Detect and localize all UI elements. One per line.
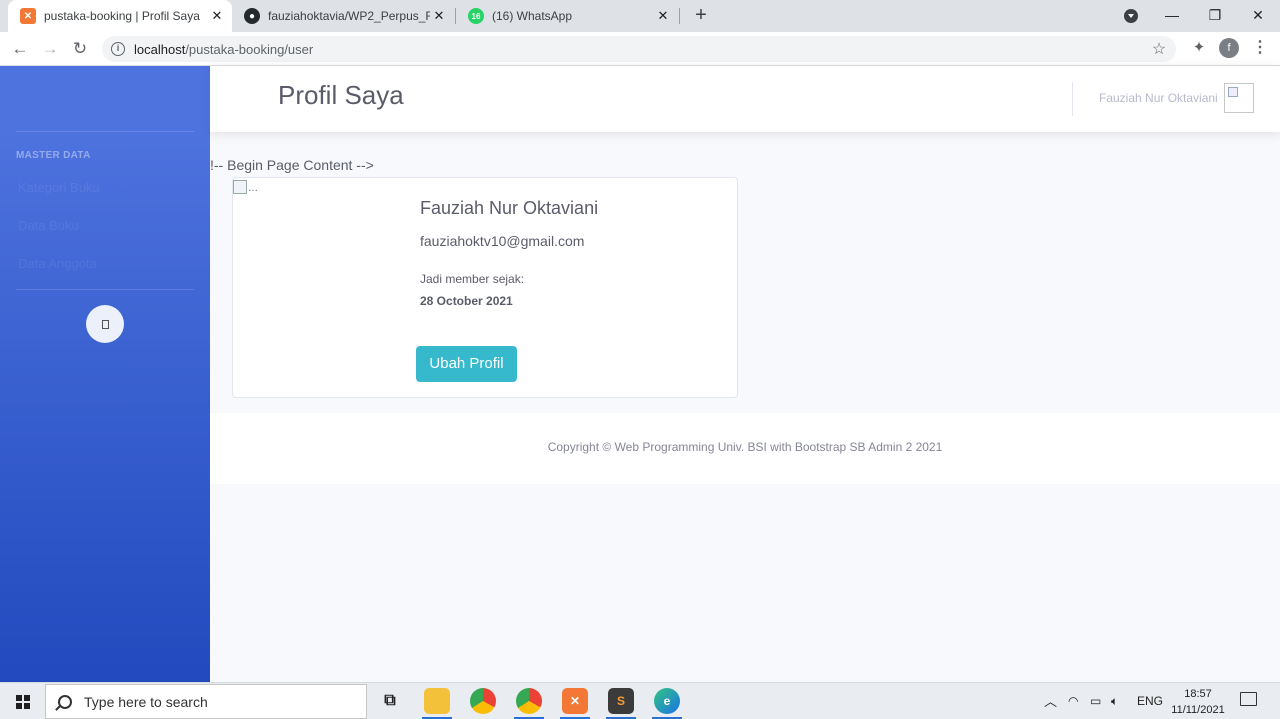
tray-chevron-up-icon[interactable]: ︿ xyxy=(1044,683,1057,719)
whatsapp-favicon-icon: 16 xyxy=(468,8,484,24)
sidebar-heading: MASTER DATA xyxy=(16,150,91,161)
extensions-puzzle-icon[interactable]: ✦ xyxy=(1189,38,1209,56)
broken-image-icon xyxy=(233,180,247,194)
xampp-favicon-icon: ✕ xyxy=(20,8,36,24)
taskbar-clock[interactable]: 18:57 11/11/2021 xyxy=(1166,686,1230,718)
chrome-icon[interactable] xyxy=(470,688,496,714)
topbar-divider xyxy=(1072,82,1073,116)
clock-date: 11/11/2021 xyxy=(1171,704,1225,716)
wifi-icon[interactable]: ◠ xyxy=(1068,683,1078,719)
browser-tabstrip: ✕ pustaka-booking | Profil Saya ✕ ● fauz… xyxy=(0,0,1280,32)
sidebar-divider xyxy=(16,289,194,290)
topbar-user-name[interactable]: Fauziah Nur Oktaviani xyxy=(1099,91,1218,105)
tab-separator xyxy=(679,8,680,24)
url-host: localhost xyxy=(134,41,186,57)
tab-title: fauziahoktavia/WP2_Perpus_Fauz xyxy=(268,9,430,23)
sidebar: MASTER DATA Kategori Buku Data Buku Data… xyxy=(0,66,210,682)
leaked-html-comment: !-- Begin Page Content --> xyxy=(210,157,374,173)
tab-title: pustaka-booking | Profil Saya xyxy=(44,9,200,23)
volume-icon[interactable]: 🔈︎ xyxy=(1111,683,1118,719)
search-icon xyxy=(58,694,72,709)
sidebar-item-kategori-buku[interactable]: Kategori Buku xyxy=(18,180,100,195)
windows-logo-icon xyxy=(15,694,30,709)
profile-name: Fauziah Nur Oktaviani xyxy=(420,198,599,218)
taskbar-search-placeholder: Type here to search xyxy=(84,693,208,710)
minimize-button[interactable]: — xyxy=(1150,0,1194,32)
address-bar[interactable]: i localhost/pustaka-booking/user ☆ xyxy=(102,36,1176,62)
clock-time: 18:57 xyxy=(1184,688,1212,700)
task-view-icon[interactable]: ⧉ xyxy=(377,688,403,714)
profile-image-alt: ... xyxy=(248,180,259,194)
windows-taskbar: Type here to search ⧉ ✕ S e ︿ ◠ ▭ 🔈︎ ENG… xyxy=(0,682,1280,719)
topbar: Profil Saya Fauziah Nur Oktaviani xyxy=(210,66,1280,132)
footer: Copyright © Web Programming Univ. BSI wi… xyxy=(210,413,1280,484)
profile-image: ... xyxy=(233,180,258,194)
browser-toolbar: ← → ↻ i localhost/pustaka-booking/user ☆… xyxy=(0,32,1280,66)
chrome-profile-icon[interactable] xyxy=(516,688,542,714)
file-explorer-icon[interactable] xyxy=(424,688,450,714)
xampp-icon[interactable]: ✕ xyxy=(562,688,588,714)
input-language[interactable]: ENG xyxy=(1137,683,1163,719)
profile-email: fauziahoktv10@gmail.com xyxy=(420,233,585,249)
close-tab-icon[interactable]: ✕ xyxy=(430,8,448,24)
tab-whatsapp[interactable]: 16 (16) WhatsApp ✕ xyxy=(456,0,678,32)
footer-copyright: Copyright © Web Programming Univ. BSI wi… xyxy=(547,440,943,454)
tab-title: (16) WhatsApp xyxy=(492,9,573,23)
close-window-button[interactable]: ✕ xyxy=(1236,0,1280,32)
tab-search-dropdown-icon[interactable] xyxy=(1124,9,1138,23)
browser-menu-icon[interactable]: ⋮ xyxy=(1250,37,1270,57)
back-button[interactable]: ← xyxy=(9,38,31,60)
sublime-text-icon[interactable]: S xyxy=(608,688,634,714)
taskbar-search-box[interactable]: Type here to search xyxy=(45,684,367,719)
member-since-date: 28 October 2021 xyxy=(420,294,513,308)
new-tab-button[interactable]: + xyxy=(690,4,712,26)
browser-profile-avatar[interactable]: f xyxy=(1219,38,1239,58)
missing-glyph-icon xyxy=(101,319,109,329)
url-path: /pustaka-booking/user xyxy=(185,41,314,57)
sidebar-divider xyxy=(16,131,194,132)
sidebar-toggle-button[interactable] xyxy=(86,305,124,343)
restore-button[interactable]: ❐ xyxy=(1193,0,1237,32)
profile-card: ... Fauziah Nur Oktaviani fauziahoktv10@… xyxy=(232,177,738,398)
sidebar-item-data-anggota[interactable]: Data Anggota xyxy=(18,256,97,271)
forward-button[interactable]: → xyxy=(39,38,61,60)
edge-icon[interactable]: e xyxy=(654,688,680,714)
close-tab-icon[interactable]: ✕ xyxy=(654,8,672,24)
reload-button[interactable]: ↻ xyxy=(69,38,91,60)
github-favicon-icon: ● xyxy=(244,8,260,24)
topbar-user-avatar[interactable] xyxy=(1224,83,1254,113)
sidebar-item-data-buku[interactable]: Data Buku xyxy=(18,218,79,233)
battery-icon[interactable]: ▭ xyxy=(1090,683,1101,719)
tab-github[interactable]: ● fauziahoktavia/WP2_Perpus_Fauz ✕ xyxy=(232,0,454,32)
edit-profile-button[interactable]: Ubah Profil xyxy=(416,346,517,382)
notification-center-icon[interactable] xyxy=(1240,692,1257,706)
site-info-icon[interactable]: i xyxy=(111,42,125,56)
page-title: Profil Saya xyxy=(278,80,404,110)
tab-pustaka-booking[interactable]: ✕ pustaka-booking | Profil Saya ✕ xyxy=(8,0,232,32)
start-button[interactable] xyxy=(0,683,45,719)
bookmark-star-icon[interactable]: ☆ xyxy=(1142,39,1176,59)
member-since-label: Jadi member sejak: xyxy=(420,272,525,286)
close-tab-icon[interactable]: ✕ xyxy=(208,8,226,24)
